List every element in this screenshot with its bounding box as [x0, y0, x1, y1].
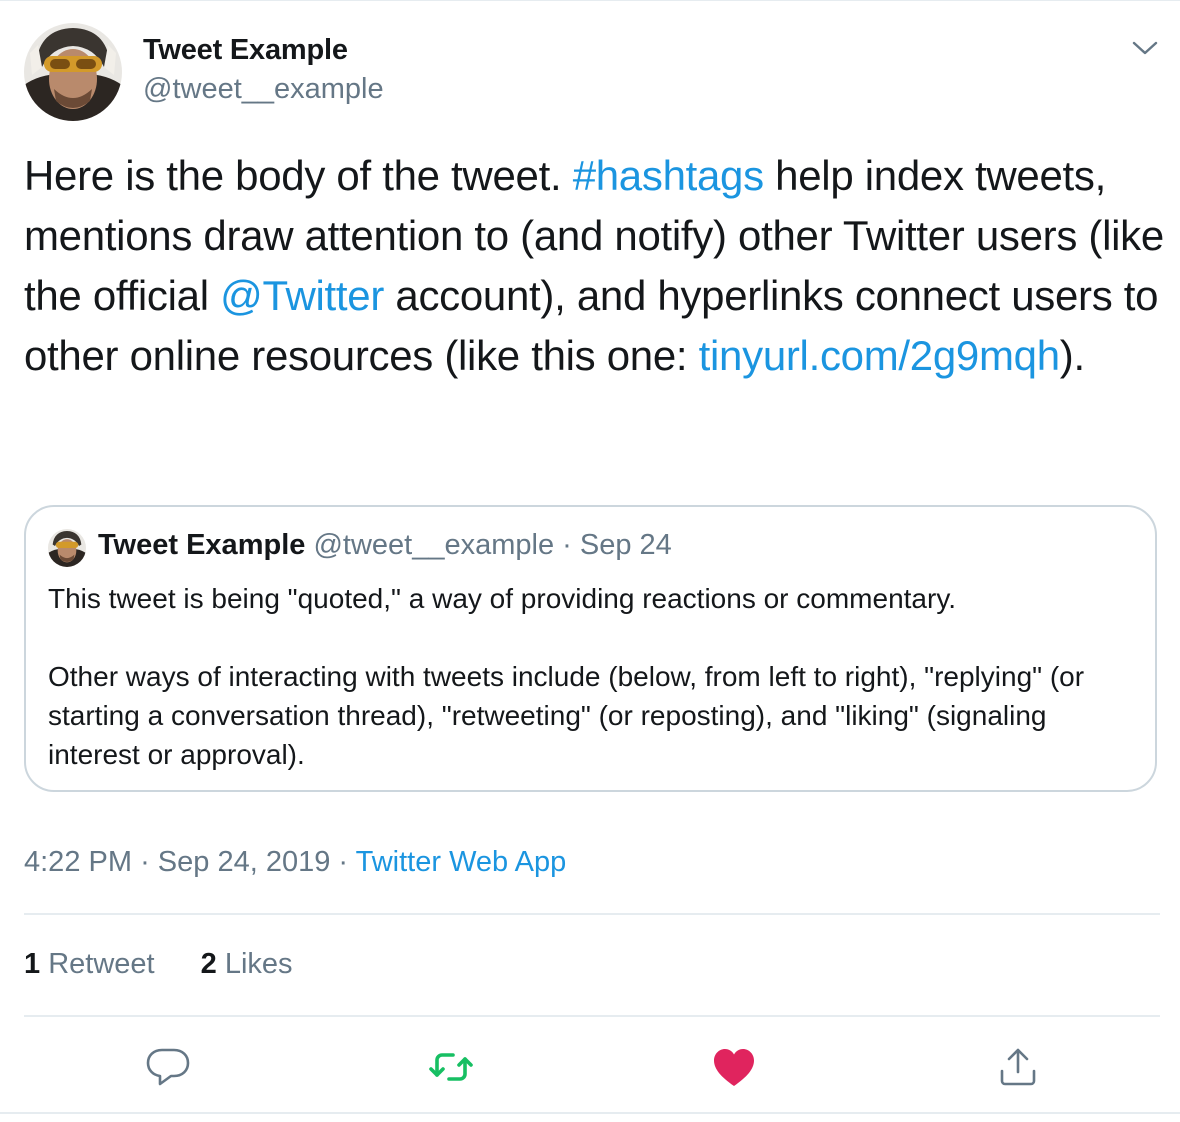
- chevron-down-icon: [1132, 41, 1158, 55]
- retweet-button[interactable]: [426, 1042, 476, 1092]
- retweet-label: Retweet: [48, 948, 155, 980]
- tweet-body-text: ).: [1059, 332, 1085, 379]
- author-handle[interactable]: @tweet__example: [143, 73, 384, 106]
- like-label: Likes: [224, 948, 293, 980]
- reply-icon: [146, 1048, 190, 1086]
- like-button[interactable]: [709, 1042, 759, 1092]
- like-count-link[interactable]: 2 Likes: [201, 948, 293, 981]
- author-avatar[interactable]: [24, 23, 122, 121]
- top-divider: [0, 0, 1180, 1]
- more-options-button[interactable]: [1130, 38, 1160, 58]
- quoted-paragraph: Other ways of interacting with tweets in…: [48, 661, 1085, 770]
- meta-separator: ·: [562, 529, 572, 561]
- tweet-timestamp: 4:22 PM · Sep 24, 2019 · Twitter Web App: [24, 846, 566, 879]
- quoted-tweet-text: This tweet is being "quoted," a way of p…: [48, 579, 1138, 774]
- avatar-photo-icon: [24, 23, 122, 121]
- retweet-count: 1: [24, 948, 41, 980]
- share-button[interactable]: [993, 1042, 1043, 1092]
- tweet-body-text: Here is the body of the tweet.: [24, 152, 573, 199]
- source-app-link[interactable]: Twitter Web App: [356, 846, 567, 878]
- bottom-divider: [0, 1112, 1180, 1114]
- quoted-author-avatar: [48, 529, 86, 567]
- author-name[interactable]: Tweet Example: [143, 34, 348, 67]
- meta-separator: ·: [338, 846, 349, 878]
- meta-separator: ·: [140, 846, 150, 878]
- quoted-tweet-header: Tweet Example @tweet__example · Sep 24: [98, 529, 672, 562]
- share-icon: [1000, 1048, 1036, 1086]
- tweet-time[interactable]: 4:22 PM: [24, 846, 132, 878]
- retweet-icon: [429, 1053, 473, 1081]
- tweet-body: Here is the body of the tweet. #hashtags…: [24, 146, 1164, 386]
- heart-icon: [714, 1049, 754, 1086]
- mention-link[interactable]: @Twitter: [220, 272, 384, 319]
- quoted-date: Sep 24: [579, 529, 672, 561]
- quoted-author-handle: @tweet__example: [313, 529, 555, 561]
- divider: [24, 1015, 1160, 1017]
- quoted-author-name: Tweet Example: [98, 529, 306, 561]
- like-count: 2: [200, 948, 217, 980]
- url-link[interactable]: tinyurl.com/2g9mqh: [699, 332, 1060, 379]
- retweet-count-link[interactable]: 1 Retweet: [24, 948, 155, 981]
- engagement-stats: 1 Retweet 2 Likes: [24, 948, 293, 981]
- quoted-tweet-card[interactable]: Tweet Example @tweet__example · Sep 24 T…: [24, 505, 1157, 792]
- hashtag-link[interactable]: #hashtags: [573, 152, 764, 199]
- divider: [24, 913, 1160, 915]
- quoted-paragraph: This tweet is being "quoted," a way of p…: [48, 583, 957, 614]
- avatar-photo-icon: [48, 529, 86, 567]
- tweet-date[interactable]: Sep 24, 2019: [158, 846, 331, 878]
- reply-button[interactable]: [143, 1042, 193, 1092]
